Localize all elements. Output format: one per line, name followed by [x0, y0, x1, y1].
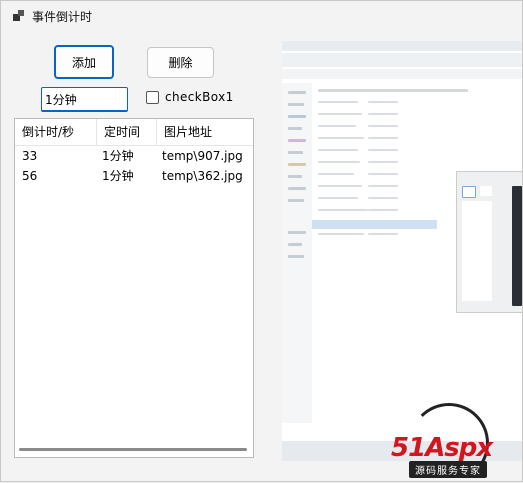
watermark-logo: 51Aspx 源码服务专家 — [389, 399, 523, 483]
screenshot-preview-image — [282, 41, 522, 461]
cell-image-path: temp\907.jpg — [162, 149, 243, 163]
window-title: 事件倒计时 — [32, 10, 93, 24]
table-row[interactable]: 56 1分钟 temp\362.jpg — [15, 166, 253, 186]
cell-interval: 1分钟 — [102, 169, 134, 183]
interval-combobox[interactable]: 1分钟 — [41, 87, 128, 112]
main-window: 事件倒计时 添加 删除 1分钟 checkBox1 倒计时/秒 定时间 图片地址… — [0, 0, 523, 483]
countdown-listview[interactable]: 倒计时/秒 定时间 图片地址 33 1分钟 temp\907.jpg 56 1分… — [14, 118, 254, 458]
watermark-subtitle: 源码服务专家 — [409, 461, 487, 478]
app-icon — [13, 10, 24, 21]
column-header-countdown[interactable]: 倒计时/秒 — [15, 119, 97, 145]
horizontal-scrollbar[interactable] — [19, 448, 247, 451]
checkbox1[interactable] — [146, 91, 159, 104]
cell-image-path: temp\362.jpg — [162, 169, 243, 183]
cell-countdown: 33 — [22, 149, 38, 163]
table-row[interactable]: 33 1分钟 temp\907.jpg — [15, 146, 253, 166]
cell-interval: 1分钟 — [102, 149, 134, 163]
cell-countdown: 56 — [22, 169, 38, 183]
title-bar: 事件倒计时 — [1, 1, 522, 31]
column-header-interval[interactable]: 定时间 — [97, 119, 157, 145]
delete-button[interactable]: 删除 — [147, 47, 214, 78]
watermark-brand: 51Aspx — [391, 433, 493, 463]
listview-header: 倒计时/秒 定时间 图片地址 — [15, 119, 253, 146]
column-header-image-path[interactable]: 图片地址 — [157, 119, 253, 145]
add-button[interactable]: 添加 — [54, 45, 114, 79]
checkbox1-label[interactable]: checkBox1 — [165, 90, 234, 104]
